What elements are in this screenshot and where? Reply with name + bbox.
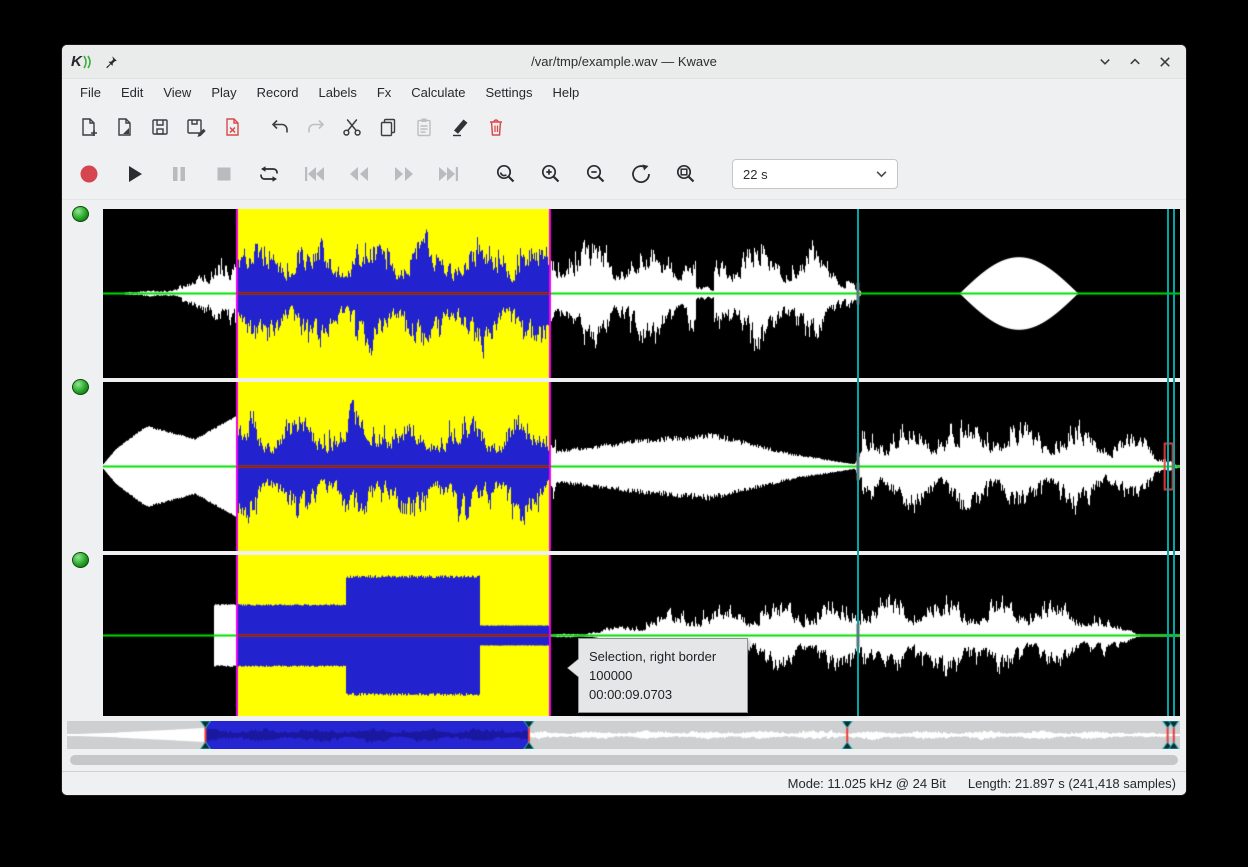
save-button[interactable]: [148, 115, 172, 139]
label-marker-line[interactable]: [857, 209, 859, 716]
close-button[interactable]: [1158, 55, 1172, 69]
menu-settings[interactable]: Settings: [476, 82, 543, 103]
minimize-button[interactable]: [1098, 55, 1112, 69]
loop-button[interactable]: [256, 161, 282, 187]
skip-end-button[interactable]: [436, 161, 462, 187]
new-file-icon: [77, 116, 99, 138]
zoom-selection-button[interactable]: [493, 161, 519, 187]
menu-help[interactable]: Help: [542, 82, 589, 103]
menu-view[interactable]: View: [153, 82, 201, 103]
signal-area: Selection, right border 100000 00:00:09.…: [62, 200, 1186, 774]
zoom-out-icon: [584, 162, 608, 186]
skip-start-button[interactable]: [301, 161, 327, 187]
undo-icon: [269, 116, 291, 138]
cut-icon: [341, 116, 363, 138]
record-icon: [77, 162, 101, 186]
redo-button[interactable]: [304, 115, 328, 139]
tooltip-line-1: Selection, right border: [589, 647, 737, 666]
paste-icon: [413, 116, 435, 138]
skip-end-icon: [436, 162, 462, 186]
stop-button[interactable]: [211, 161, 237, 187]
track-3-led[interactable]: [72, 552, 89, 568]
tooltip-line-3: 00:00:09.0703: [589, 685, 737, 704]
status-mode: Mode: 11.025 kHz @ 24 Bit: [788, 776, 946, 791]
eraser-button[interactable]: [448, 115, 472, 139]
status-length: Length: 21.897 s (241,418 samples): [968, 776, 1176, 791]
close-file-button[interactable]: [220, 115, 244, 139]
zoom-100-icon: [674, 162, 698, 186]
maximize-button[interactable]: [1128, 55, 1142, 69]
track-2-led[interactable]: [72, 379, 89, 395]
play-button[interactable]: [121, 161, 147, 187]
forward-button[interactable]: [391, 161, 417, 187]
track-1-waveform[interactable]: [103, 209, 1180, 378]
menu-record[interactable]: Record: [247, 82, 309, 103]
label-marker-line[interactable]: [1173, 209, 1175, 716]
loop-icon: [256, 162, 282, 186]
new-file-button[interactable]: [76, 115, 100, 139]
playback-toolbar: 22 s: [62, 149, 1186, 200]
skip-start-icon: [301, 162, 327, 186]
zoom-selection-icon: [494, 162, 518, 186]
title-bar[interactable]: K /var/tmp/example.wav — Kwave: [62, 45, 1186, 79]
menu-fx[interactable]: Fx: [367, 82, 401, 103]
tooltip-line-2: 100000: [589, 666, 737, 685]
copy-button[interactable]: [376, 115, 400, 139]
zoom-in-button[interactable]: [538, 161, 564, 187]
save-as-icon: [185, 116, 207, 138]
close-file-icon: [221, 116, 243, 138]
track-1-led[interactable]: [72, 206, 89, 222]
rewind-button[interactable]: [346, 161, 372, 187]
save-icon: [149, 116, 171, 138]
cut-button[interactable]: [340, 115, 364, 139]
chevron-down-icon: [876, 170, 887, 178]
zoom-all-icon: [629, 162, 653, 186]
zoom-100-button[interactable]: [673, 161, 699, 187]
record-button[interactable]: [76, 161, 102, 187]
pause-button[interactable]: [166, 161, 192, 187]
save-as-button[interactable]: [184, 115, 208, 139]
open-file-icon: [113, 116, 135, 138]
undo-button[interactable]: [268, 115, 292, 139]
play-icon: [122, 162, 146, 186]
zoom-duration-combobox[interactable]: 22 s: [732, 159, 898, 189]
pause-icon: [167, 162, 191, 186]
window-title: /var/tmp/example.wav — Kwave: [62, 54, 1186, 69]
menu-file[interactable]: File: [70, 82, 111, 103]
track-2-waveform[interactable]: [103, 382, 1180, 551]
copy-icon: [377, 116, 399, 138]
rewind-icon: [346, 162, 372, 186]
redo-icon: [305, 116, 327, 138]
paste-button[interactable]: [412, 115, 436, 139]
menu-edit[interactable]: Edit: [111, 82, 153, 103]
zoom-in-icon: [539, 162, 563, 186]
delete-icon: [485, 116, 507, 138]
label-marker-line[interactable]: [1167, 209, 1169, 716]
menu-play[interactable]: Play: [201, 82, 246, 103]
zoom-combo-value: 22 s: [743, 167, 768, 182]
tooltip-tail: [568, 659, 579, 677]
eraser-icon: [449, 116, 471, 138]
overview-strip[interactable]: [67, 721, 1180, 749]
menu-labels[interactable]: Labels: [309, 82, 367, 103]
forward-icon: [391, 162, 417, 186]
stop-icon: [212, 162, 236, 186]
menu-bar: File Edit View Play Record Labels Fx Cal…: [62, 79, 1186, 105]
zoom-all-button[interactable]: [628, 161, 654, 187]
menu-calculate[interactable]: Calculate: [401, 82, 475, 103]
kwave-window: K /var/tmp/example.wav — Kwave File Edit…: [62, 45, 1186, 795]
delete-button[interactable]: [484, 115, 508, 139]
horizontal-scrollbar[interactable]: [70, 755, 1178, 765]
status-bar: Mode: 11.025 kHz @ 24 Bit Length: 21.897…: [62, 771, 1186, 795]
zoom-out-button[interactable]: [583, 161, 609, 187]
selection-tooltip: Selection, right border 100000 00:00:09.…: [578, 638, 748, 713]
open-file-button[interactable]: [112, 115, 136, 139]
file-toolbar: [62, 105, 1186, 149]
